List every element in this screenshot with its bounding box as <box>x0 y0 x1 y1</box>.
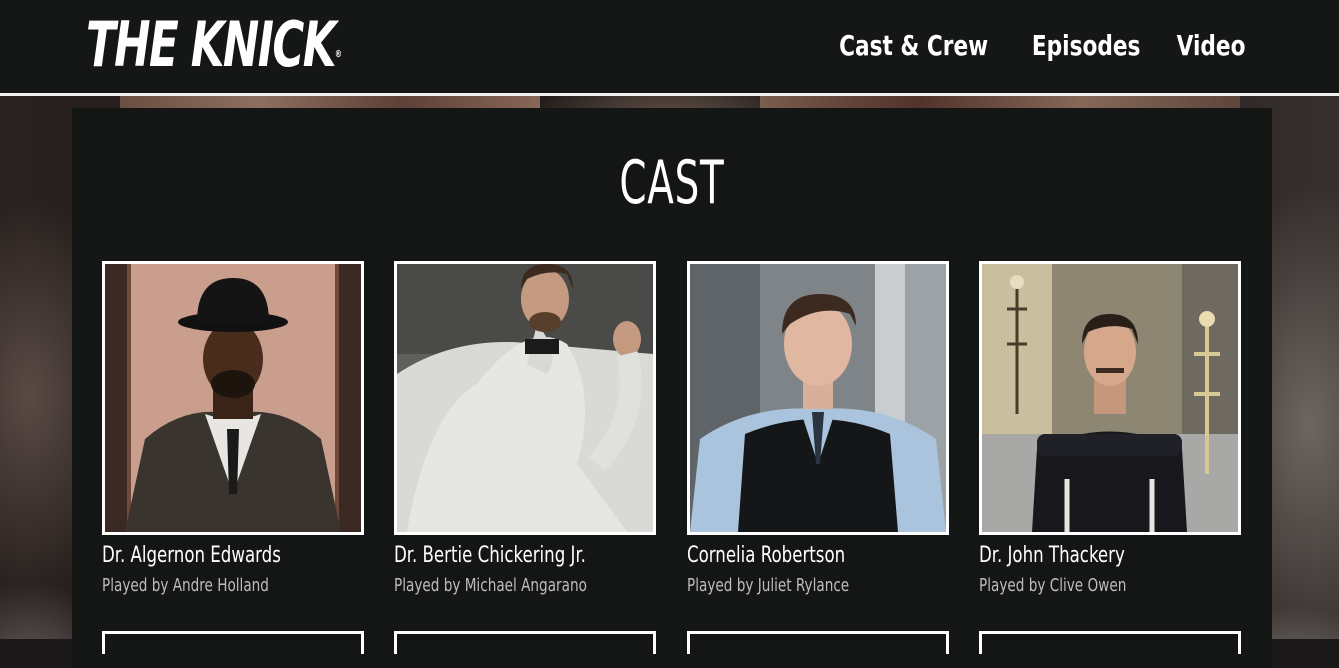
cast-card[interactable]: Dr. John Thackery Played by Clive Owen <box>979 261 1241 597</box>
site-header: THE KNICK® Cast & Crew Episodes Video <box>0 0 1339 96</box>
cast-photo-partial[interactable] <box>102 631 364 654</box>
nav-video[interactable]: Video <box>1177 26 1246 66</box>
cast-card[interactable]: Cornelia Robertson Played by Juliet Ryla… <box>687 261 949 597</box>
cast-photo[interactable] <box>394 261 656 535</box>
cast-photo-partial[interactable] <box>394 631 656 654</box>
actor-credit: Played by Andre Holland <box>102 575 269 596</box>
nav-episodes[interactable]: Episodes <box>1031 26 1140 66</box>
registered-mark: ® <box>334 49 342 60</box>
cast-photo[interactable] <box>979 261 1241 535</box>
actor-credit: Played by Clive Owen <box>979 575 1127 596</box>
cast-card[interactable]: Dr. Algernon Edwards Played by Andre Hol… <box>102 261 364 597</box>
cast-panel: CAST Dr. Algernon Edwards Played by Andr… <box>72 108 1272 668</box>
actor-credit: Played by Michael Angarano <box>394 575 587 596</box>
cast-photo-partial[interactable] <box>979 631 1241 654</box>
nav-cast-crew[interactable]: Cast & Crew <box>839 26 988 66</box>
actor-credit: Played by Juliet Rylance <box>687 575 850 596</box>
cast-card[interactable]: Dr. Bertie Chickering Jr. Played by Mich… <box>394 261 656 597</box>
character-name[interactable]: Cornelia Robertson <box>687 543 907 569</box>
cast-photo-partial[interactable] <box>687 631 949 654</box>
character-name[interactable]: Dr. Bertie Chickering Jr. <box>394 543 614 569</box>
cast-photo[interactable] <box>687 261 949 535</box>
page-title: CAST <box>619 148 725 218</box>
character-name[interactable]: Dr. John Thackery <box>979 543 1199 569</box>
site-logo[interactable]: THE KNICK® <box>86 8 342 81</box>
logo-text: THE KNICK <box>86 8 336 81</box>
main-nav: Cast & Crew Episodes Video <box>827 26 1251 66</box>
cast-photo[interactable] <box>102 261 364 535</box>
character-name[interactable]: Dr. Algernon Edwards <box>102 543 322 569</box>
